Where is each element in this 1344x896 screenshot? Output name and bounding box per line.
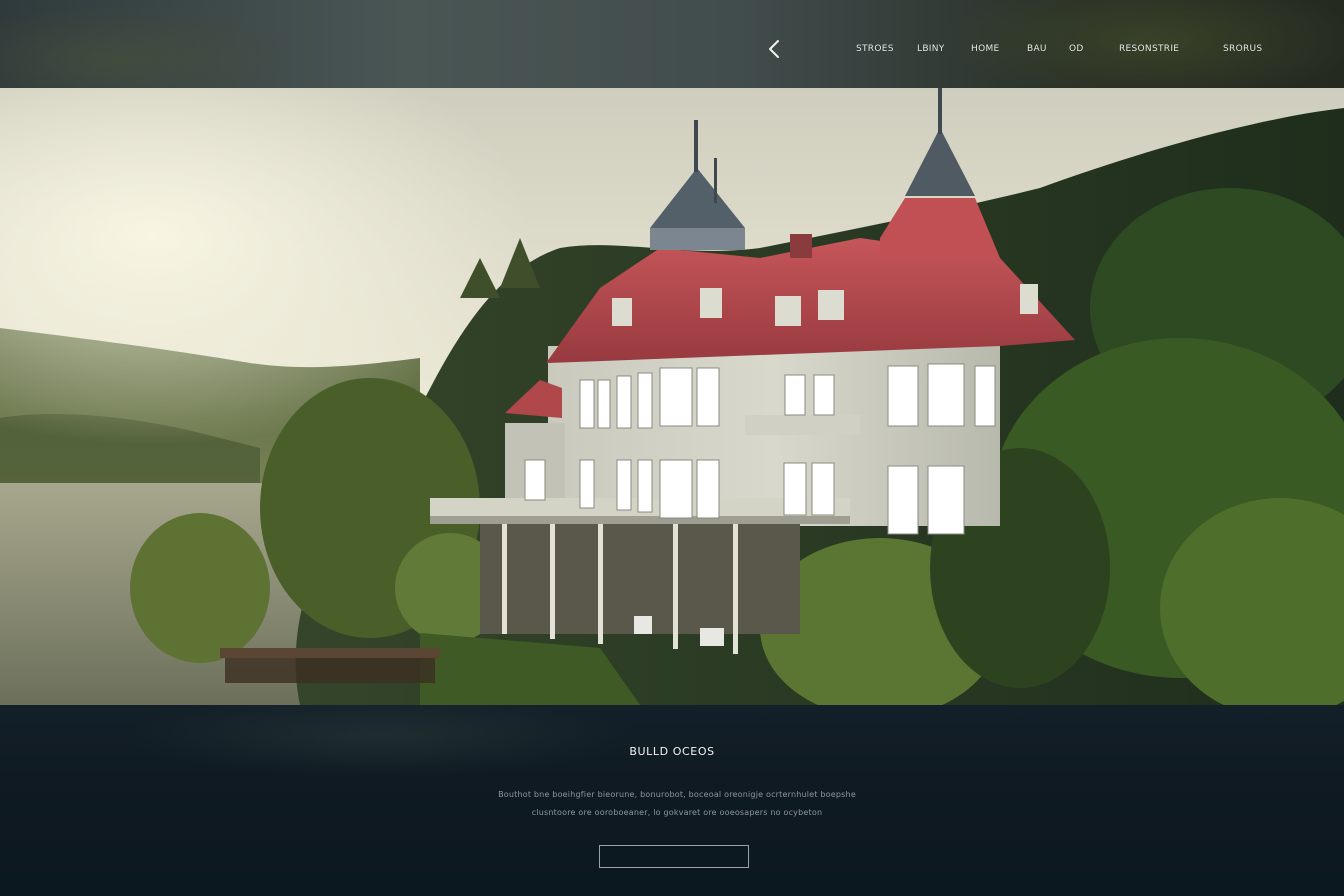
top-navigation-bar: STROES LBINY HOME BAU OD RESONSTRIE SROR…: [0, 0, 1344, 88]
hero-image: [0, 88, 1344, 705]
nav-item-od[interactable]: OD: [1069, 44, 1084, 54]
nav-item-bau[interactable]: BAU: [1027, 44, 1047, 54]
nav-item-home[interactable]: HOME: [971, 44, 1000, 54]
villa-illustration: [0, 88, 1344, 705]
description-line-2: clusntoore ore ooroboeaner, lo gokvaret …: [531, 808, 823, 817]
nav-item-lbiny[interactable]: LBINY: [917, 44, 945, 54]
nav-item-resonstrie[interactable]: RESONSTRIE: [1119, 44, 1179, 54]
description-line-1: Bouthot bne boeihgfier bieorune, bonurob…: [498, 790, 856, 799]
cta-button[interactable]: [599, 845, 749, 868]
nav-item-srorus[interactable]: SRORUS: [1223, 44, 1262, 54]
section-title: BULLD OCEOS: [629, 745, 715, 758]
main-nav: STROES LBINY HOME BAU OD RESONSTRIE SROR…: [0, 44, 1344, 56]
nav-item-stroes[interactable]: STROES: [856, 44, 894, 54]
